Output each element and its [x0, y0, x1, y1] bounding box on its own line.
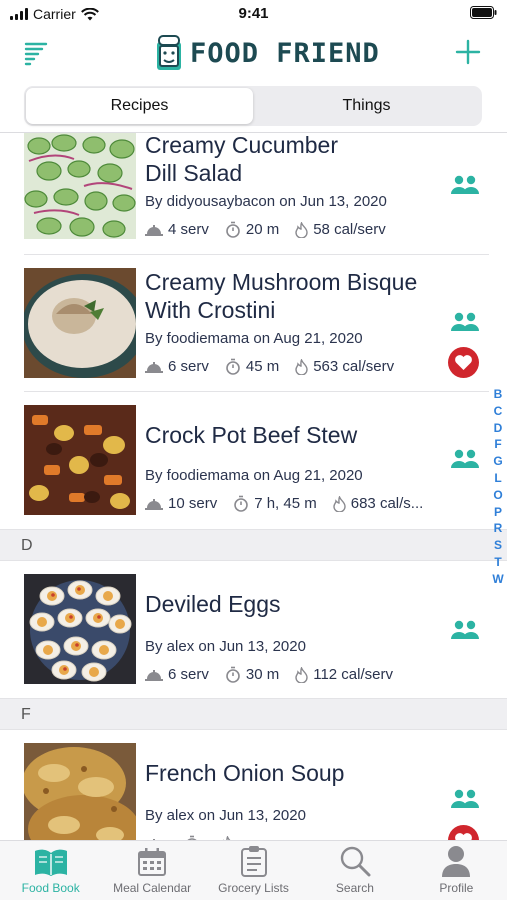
- status-time: 9:41: [238, 5, 269, 22]
- recipe-row[interactable]: Creamy Mushroom Bisque With Crostini By f…: [0, 268, 507, 405]
- recipe-title: Creamy Mushroom Bisque With Crostini: [145, 269, 418, 323]
- index-letter[interactable]: T: [494, 554, 501, 571]
- stopwatch-icon: [234, 495, 249, 512]
- index-letter[interactable]: L: [494, 470, 501, 487]
- recipe-thumbnail: [24, 268, 136, 378]
- row-divider: [24, 391, 489, 392]
- tab-label: Search: [335, 881, 374, 895]
- tab-label: Meal Calendar: [113, 881, 192, 895]
- recipe-title: Crock Pot Beef Stew: [145, 422, 358, 448]
- recipe-title: Creamy Cucumber Dill Salad: [145, 133, 338, 186]
- tab-search[interactable]: Search: [304, 841, 405, 900]
- flame-icon: [295, 221, 308, 238]
- shared-people-icon: [451, 312, 479, 331]
- favorite-heart-icon[interactable]: [448, 825, 479, 840]
- serving-dish-icon: [145, 498, 163, 510]
- person-icon: [442, 846, 471, 877]
- chef-face-icon: [157, 35, 181, 70]
- status-bar: Carrier 9:41: [0, 0, 507, 28]
- recipe-meta: 10 serv 7 h, 45 m 683 cal/s...: [145, 495, 439, 512]
- recipe-thumbnail: [24, 743, 136, 840]
- sort-lines-icon[interactable]: [24, 40, 50, 66]
- plus-icon[interactable]: [455, 39, 481, 65]
- recipe-thumbnail: [24, 133, 136, 239]
- recipe-list[interactable]: Creamy Cucumber Dill Salad By didyousayba…: [0, 133, 507, 840]
- segment-things[interactable]: Things: [253, 88, 480, 124]
- brand-name: FOOD FRIEND: [190, 37, 380, 69]
- recipe-meta: 6 serv 45 m 563 cal/serv: [145, 358, 410, 375]
- section-index[interactable]: BCDFGLOPRSTW: [490, 386, 506, 588]
- flame-icon: [295, 358, 308, 375]
- tab-meal-calendar[interactable]: Meal Calendar: [101, 841, 202, 900]
- recipe-meta: 6 serv 30 m 112 cal/serv: [145, 666, 409, 683]
- stopwatch-icon: [226, 221, 240, 238]
- stopwatch-icon: [226, 358, 240, 375]
- favorite-heart-icon[interactable]: [448, 347, 479, 378]
- section-header-f: F: [0, 698, 507, 730]
- index-letter[interactable]: F: [494, 436, 501, 453]
- recipe-title: Deviled Eggs: [145, 591, 281, 617]
- magnifier-icon: [340, 846, 371, 877]
- shared-people-icon: [451, 175, 479, 194]
- tab-food-book[interactable]: Food Book: [0, 841, 101, 900]
- index-letter[interactable]: O: [493, 487, 502, 504]
- recipe-byline: By foodiemama on Aug 21, 2020: [145, 330, 363, 347]
- recipe-row[interactable]: Creamy Cucumber Dill Salad By didyousayba…: [0, 133, 507, 268]
- index-letter[interactable]: W: [492, 571, 503, 588]
- tab-bar: Food Book Meal Calendar Grocery Lists Se…: [0, 840, 507, 900]
- recipe-thumbnail: [24, 574, 136, 684]
- shared-people-icon: [451, 620, 479, 639]
- tab-profile[interactable]: Profile: [406, 841, 507, 900]
- index-letter[interactable]: B: [494, 386, 503, 403]
- index-letter[interactable]: P: [494, 504, 502, 521]
- index-letter[interactable]: D: [494, 420, 503, 437]
- segment-recipes[interactable]: Recipes: [26, 88, 253, 124]
- index-letter[interactable]: S: [494, 537, 502, 554]
- recipe-title: French Onion Soup: [145, 760, 345, 786]
- index-letter[interactable]: R: [494, 520, 503, 537]
- tab-label: Grocery Lists: [218, 881, 289, 895]
- recipe-byline: By alex on Jun 13, 2020: [145, 638, 306, 655]
- section-header-d: D: [0, 529, 507, 561]
- clipboard-icon: [240, 846, 267, 877]
- serving-dish-icon: [145, 361, 163, 373]
- brand-logo: FOOD FRIEND: [154, 34, 380, 72]
- recipe-thumbnail: [24, 405, 136, 515]
- recipe-byline: By didyousaybacon on Jun 13, 2020: [145, 193, 387, 210]
- recipe-byline: By alex on Jun 13, 2020: [145, 807, 306, 824]
- recipe-row[interactable]: Deviled Eggs By alex on Jun 13, 2020 6 s…: [0, 574, 507, 711]
- flame-icon: [295, 666, 308, 683]
- battery-icon: [470, 6, 497, 19]
- app-header: FOOD FRIEND: [0, 30, 507, 78]
- flame-icon: [333, 495, 346, 512]
- row-divider: [24, 254, 489, 255]
- calendar-icon: [138, 848, 167, 876]
- shared-people-icon: [451, 449, 479, 468]
- open-book-icon: [34, 849, 67, 876]
- tab-label: Food Book: [21, 881, 80, 895]
- serving-dish-icon: [145, 224, 163, 236]
- recipe-row[interactable]: Crock Pot Beef Stew By foodiemama on Aug…: [0, 405, 507, 542]
- segmented-control: Recipes Things: [24, 86, 482, 126]
- shared-people-icon: [451, 789, 479, 808]
- tab-label: Profile: [439, 881, 474, 895]
- stopwatch-icon: [226, 666, 240, 683]
- recipe-byline: By foodiemama on Aug 21, 2020: [145, 467, 363, 484]
- serving-dish-icon: [145, 669, 163, 681]
- recipe-meta: 4 serv 20 m 58 cal/serv: [145, 221, 402, 238]
- recipe-row[interactable]: French Onion Soup By alex on Jun 13, 202…: [0, 743, 507, 840]
- index-letter[interactable]: G: [493, 453, 502, 470]
- tab-grocery-lists[interactable]: Grocery Lists: [203, 841, 304, 900]
- index-letter[interactable]: C: [494, 403, 503, 420]
